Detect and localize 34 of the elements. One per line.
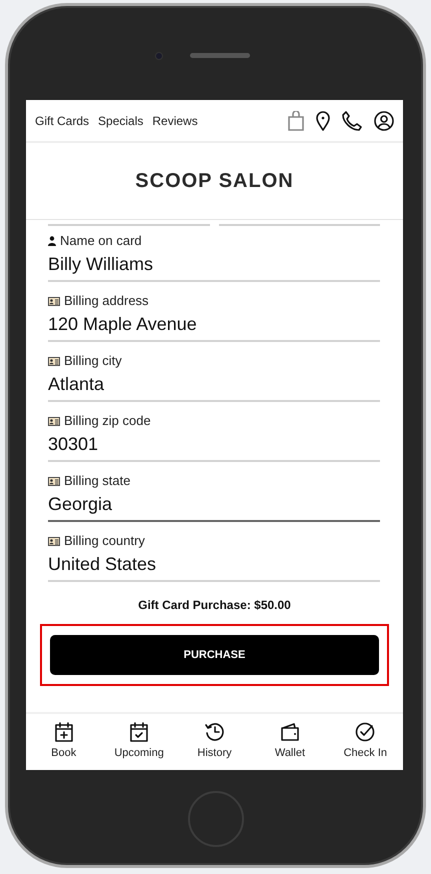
- field-label: Billing city: [64, 353, 122, 369]
- field-label: Billing state: [64, 473, 130, 489]
- location-pin-icon[interactable]: [316, 110, 330, 130]
- speaker-grille: [190, 53, 250, 58]
- camera-icon: [155, 52, 163, 60]
- bag-icon[interactable]: [288, 110, 304, 130]
- check-circle-icon: [355, 722, 376, 742]
- id-card-icon: [48, 356, 60, 366]
- wallet-icon: [280, 722, 300, 742]
- calendar-plus-icon: [54, 722, 74, 742]
- history-icon: [204, 722, 225, 742]
- person-icon: [48, 236, 56, 246]
- tab-bar-item[interactable]: Check In: [328, 714, 403, 770]
- id-card-icon: [48, 536, 60, 546]
- nav-link[interactable]: Reviews: [152, 112, 198, 130]
- phone-icon[interactable]: [342, 110, 362, 130]
- tab-bar-item[interactable]: Book: [26, 714, 102, 770]
- field-label: Name on card: [60, 233, 142, 249]
- purchase-button[interactable]: PURCHASE: [50, 635, 379, 675]
- id-card-icon: [48, 476, 60, 486]
- id-card-icon: [48, 296, 60, 306]
- id-card-icon: [48, 416, 60, 426]
- purchase-total: Gift Card Purchase: $50.00: [137, 597, 292, 614]
- tab-bar-item[interactable]: Upcoming: [101, 714, 177, 770]
- salon-logo: SCOOP SALON: [135, 169, 294, 194]
- tab-bar-item[interactable]: History: [176, 714, 252, 770]
- nav-link[interactable]: Specials: [98, 112, 144, 130]
- calendar-check-icon: [129, 722, 150, 742]
- field-label: Billing zip code: [64, 413, 151, 429]
- nav-link[interactable]: Gift Cards: [35, 112, 90, 130]
- user-icon[interactable]: [374, 110, 394, 130]
- field-label: Billing address: [64, 293, 149, 309]
- tab-bar-item[interactable]: Wallet: [252, 714, 328, 770]
- field-label: Billing country: [64, 533, 145, 549]
